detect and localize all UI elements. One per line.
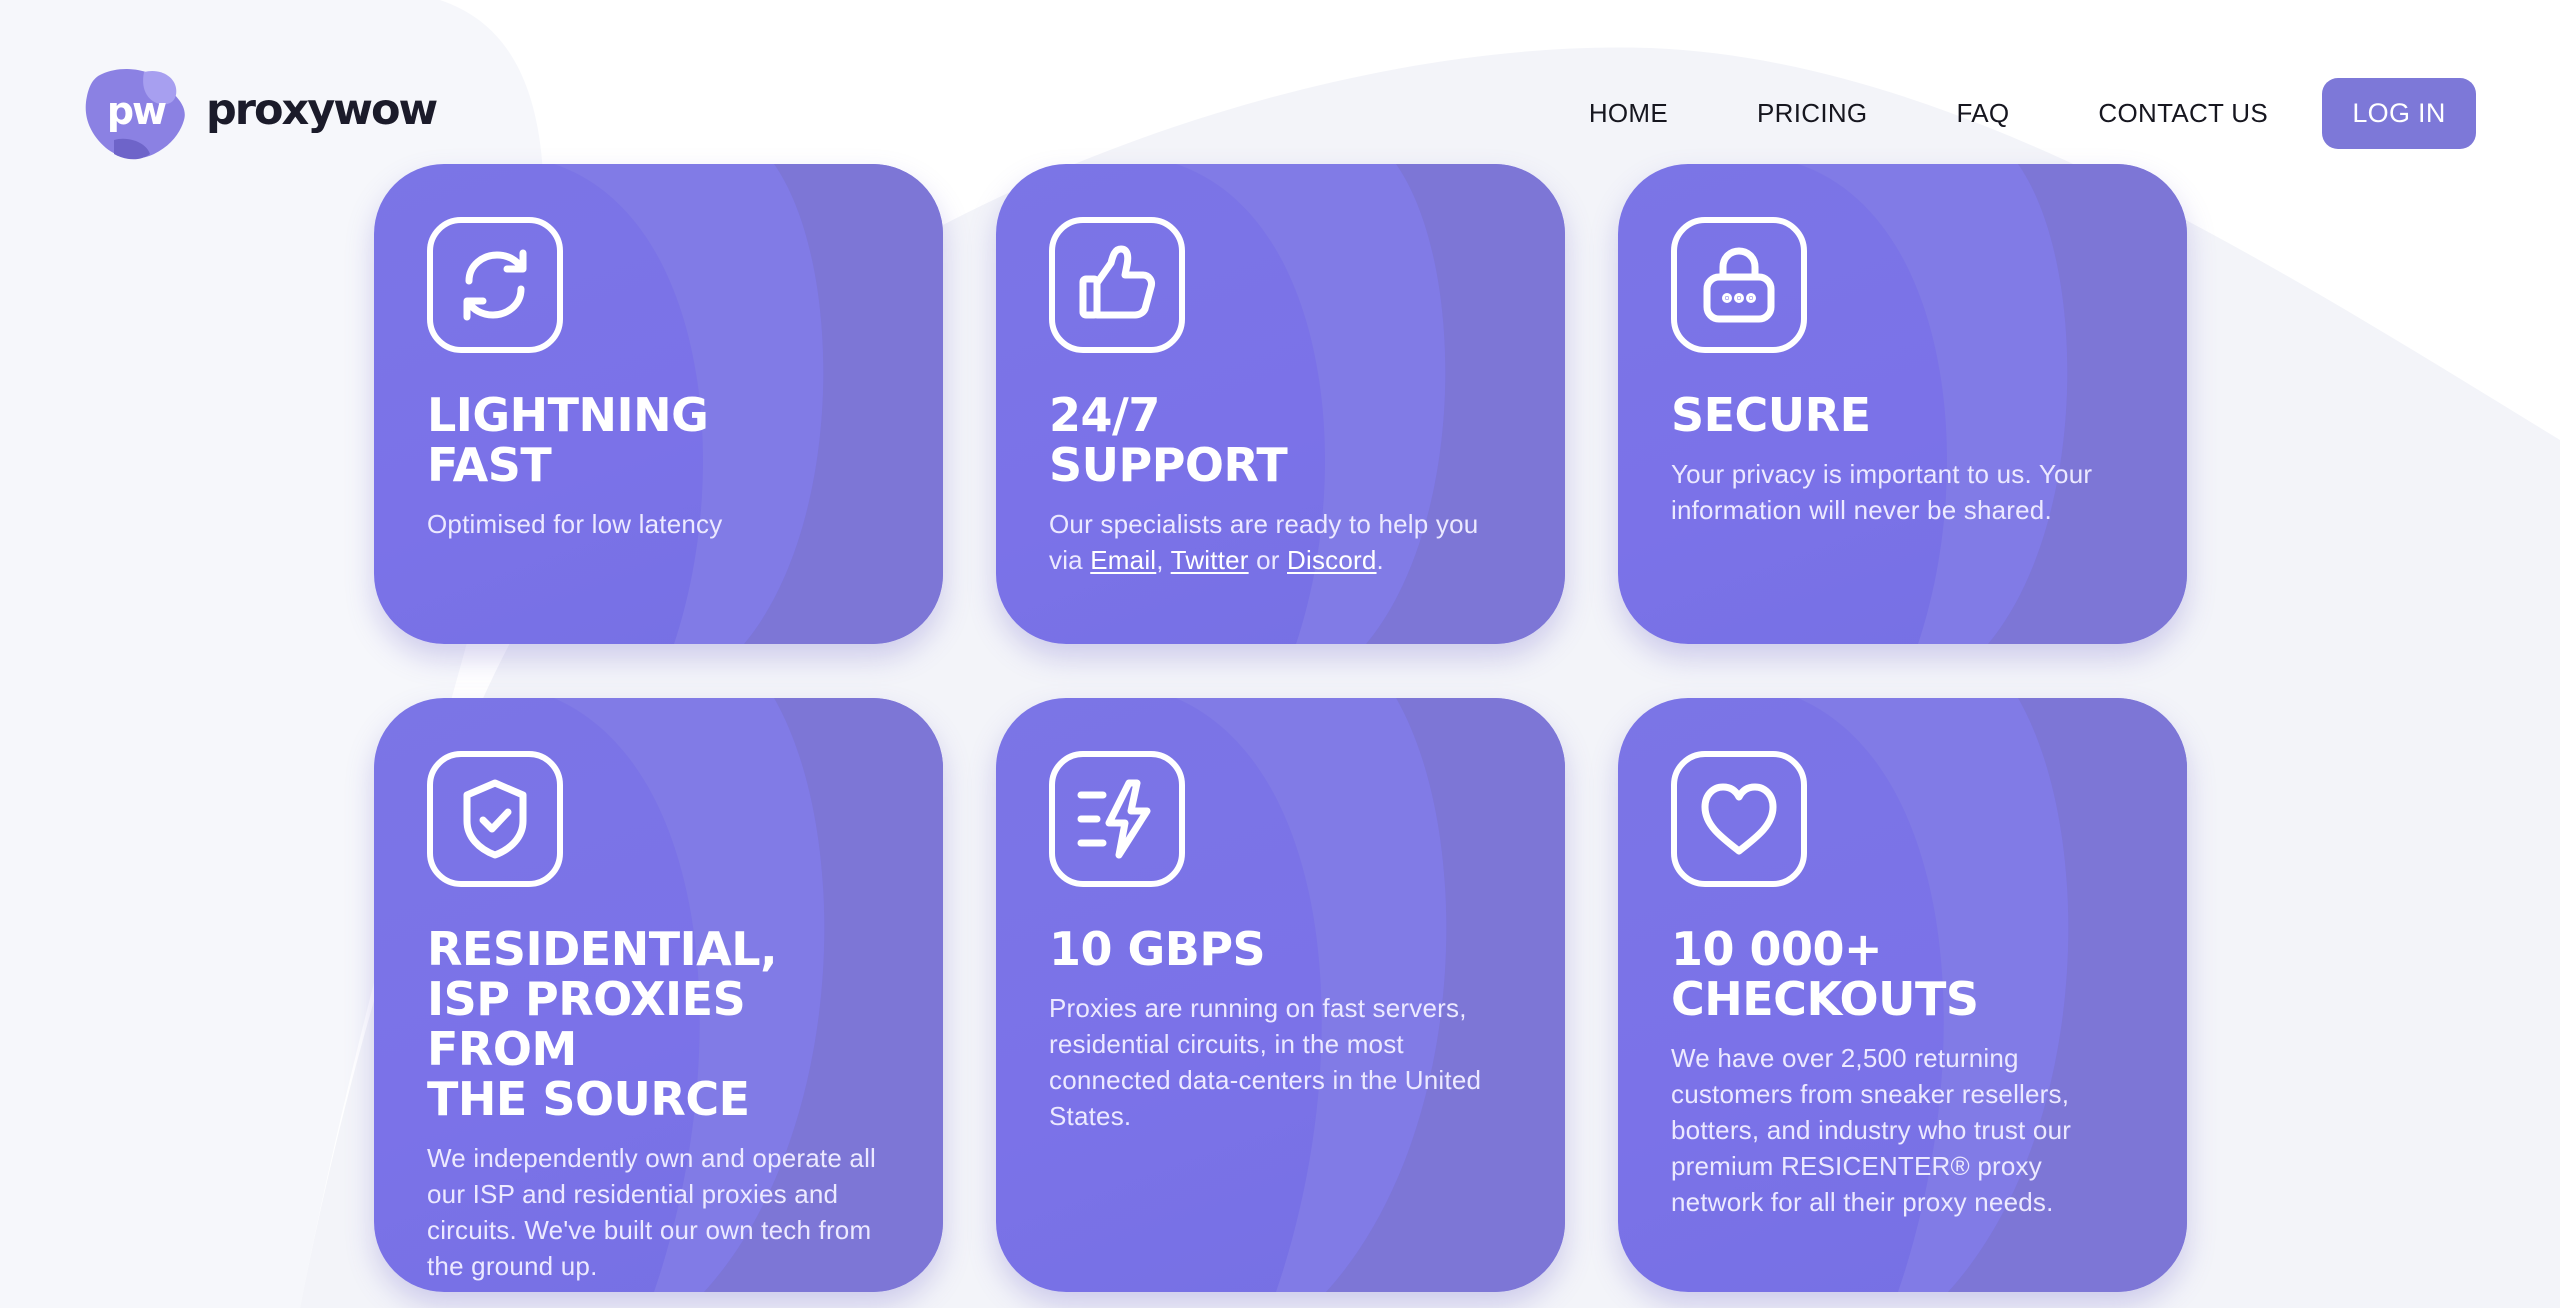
lightning-speed-icon: [1049, 751, 1185, 887]
feature-card-secure: SECURE Your privacy is important to us. …: [1618, 164, 2187, 644]
nav-faq[interactable]: FAQ: [1956, 98, 2009, 129]
brand-name: proxywow: [206, 85, 438, 135]
nav-contact-us[interactable]: CONTACT US: [2098, 98, 2268, 129]
card-title: RESIDENTIAL, ISP PROXIES FROM THE SOURCE: [427, 922, 778, 1126]
separator: or: [1248, 545, 1288, 575]
logo-mark-icon: pw: [84, 66, 192, 162]
card-title: 10 GBPS: [1049, 922, 1266, 976]
login-button[interactable]: LOG IN: [2322, 78, 2476, 149]
card-title: 10 000+ CHECKOUTS: [1671, 922, 1979, 1026]
thumbs-up-icon: [1049, 217, 1185, 353]
card-description: Proxies are running on fast servers, res…: [1049, 993, 1482, 1131]
period: .: [1376, 545, 1384, 575]
card-description: Your privacy is important to us. Your in…: [1671, 459, 2093, 525]
separator: ,: [1156, 545, 1171, 575]
main-nav: HOME PRICING FAQ CONTACT US LOG IN: [1589, 78, 2476, 149]
card-description: We have over 2,500 returning customers f…: [1671, 1043, 2072, 1217]
shield-check-icon: [427, 751, 563, 887]
card-title: LIGHTNING FAST: [427, 388, 709, 492]
card-title: SECURE: [1671, 388, 1871, 442]
brand-logo[interactable]: pw proxywow: [84, 66, 438, 162]
card-description: Our specialists are ready to help you vi…: [1049, 506, 1512, 578]
feature-card-support: 24/7 SUPPORT Our specialists are ready t…: [996, 164, 1565, 644]
feature-card-checkouts: 10 000+ CHECKOUTS We have over 2,500 ret…: [1618, 698, 2187, 1292]
logo-initials: pw: [107, 89, 166, 133]
heart-icon: [1671, 751, 1807, 887]
nav-home[interactable]: HOME: [1589, 98, 1668, 129]
refresh-icon: [427, 217, 563, 353]
discord-link[interactable]: Discord: [1287, 545, 1377, 575]
card-description: Optimised for low latency: [427, 509, 723, 539]
lock-icon: [1671, 217, 1807, 353]
email-link[interactable]: Email: [1090, 545, 1156, 575]
twitter-link[interactable]: Twitter: [1171, 545, 1249, 575]
feature-card-lightning-fast: LIGHTNING FAST Optimised for low latency: [374, 164, 943, 644]
feature-card-10gbps: 10 GBPS Proxies are running on fast serv…: [996, 698, 1565, 1292]
nav-pricing[interactable]: PRICING: [1757, 98, 1867, 129]
feature-card-residential: RESIDENTIAL, ISP PROXIES FROM THE SOURCE…: [374, 698, 943, 1292]
card-description: We independently own and operate all our…: [427, 1143, 877, 1281]
card-title: 24/7 SUPPORT: [1049, 388, 1288, 492]
